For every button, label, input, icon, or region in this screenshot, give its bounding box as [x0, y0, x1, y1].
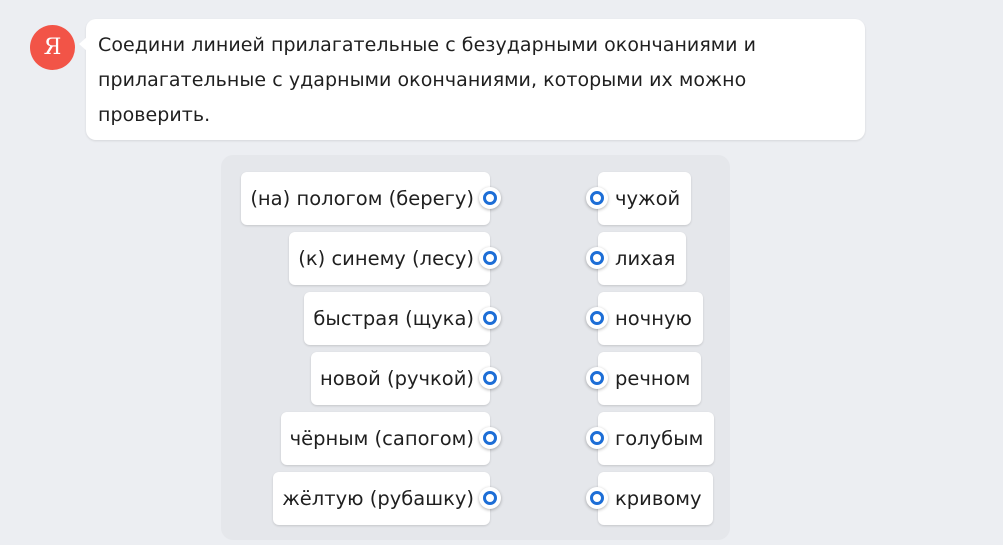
right-word-label: лихая	[615, 247, 676, 270]
right-connector-dot[interactable]	[586, 307, 608, 329]
task-message-bubble: Соедини линией прилагательные с безударн…	[79, 19, 865, 140]
right-word-label: кривому	[615, 487, 702, 510]
right-word-label: речном	[615, 367, 691, 390]
connector-ring-icon	[483, 191, 497, 205]
connector-ring-icon	[590, 191, 604, 205]
connector-ring-icon	[483, 251, 497, 265]
task-instruction-line: проверить.	[98, 104, 211, 126]
left-word-label: жёлтую (рубашку)	[282, 487, 474, 510]
connector-ring-icon	[483, 371, 497, 385]
yandex-avatar: Я	[30, 25, 75, 70]
right-word-card[interactable]: чужой	[598, 172, 692, 225]
connector-ring-icon	[590, 311, 604, 325]
left-word-label: (на) пологом (берегу)	[250, 187, 474, 210]
task-instruction-line: Соедини линией прилагательные с безударн…	[98, 34, 757, 56]
right-word-card[interactable]: кривому	[598, 472, 713, 525]
left-word-card[interactable]: жёлтую (рубашку)	[273, 472, 490, 525]
connector-ring-icon	[590, 251, 604, 265]
right-word-card[interactable]: голубым	[598, 412, 715, 465]
connector-ring-icon	[483, 311, 497, 325]
left-connector-dot[interactable]	[479, 427, 501, 449]
right-connector-dot[interactable]	[586, 247, 608, 269]
right-connector-dot[interactable]	[586, 487, 608, 509]
matching-exercise-panel: (на) пологом (берегу) (к) синему (лесу) …	[221, 155, 730, 540]
left-connector-dot[interactable]	[479, 247, 501, 269]
right-word-label: голубым	[615, 427, 704, 450]
left-connector-dot[interactable]	[479, 367, 501, 389]
left-connector-dot[interactable]	[479, 187, 501, 209]
left-word-label: (к) синему (лесу)	[298, 247, 474, 270]
left-word-card[interactable]: (на) пологом (берегу)	[241, 172, 490, 225]
left-word-label: быстрая (щука)	[313, 307, 474, 330]
left-word-label: новой (ручкой)	[319, 367, 474, 390]
left-word-card[interactable]: чёрным (сапогом)	[280, 412, 490, 465]
left-connector-dot[interactable]	[479, 307, 501, 329]
connector-ring-icon	[483, 431, 497, 445]
right-connector-dot[interactable]	[586, 427, 608, 449]
right-connector-dot[interactable]	[586, 367, 608, 389]
right-word-card[interactable]: ночную	[598, 292, 703, 345]
left-word-card[interactable]: (к) синему (лесу)	[289, 232, 490, 285]
connector-ring-icon	[590, 371, 604, 385]
connector-ring-icon	[590, 491, 604, 505]
right-connector-dot[interactable]	[586, 187, 608, 209]
connector-ring-icon	[483, 491, 497, 505]
avatar-letter: Я	[43, 35, 62, 60]
connector-ring-icon	[590, 431, 604, 445]
left-word-card[interactable]: быстрая (щука)	[304, 292, 490, 345]
left-word-card[interactable]: новой (ручкой)	[310, 352, 490, 405]
task-instruction-line: прилагательные с ударными окончаниями, к…	[98, 69, 747, 91]
left-word-label: чёрным (сапогом)	[289, 427, 474, 450]
right-word-card[interactable]: лихая	[598, 232, 687, 285]
right-word-card[interactable]: речном	[598, 352, 702, 405]
right-word-label: чужой	[615, 187, 681, 210]
left-connector-dot[interactable]	[479, 487, 501, 509]
right-word-label: ночную	[615, 307, 692, 330]
